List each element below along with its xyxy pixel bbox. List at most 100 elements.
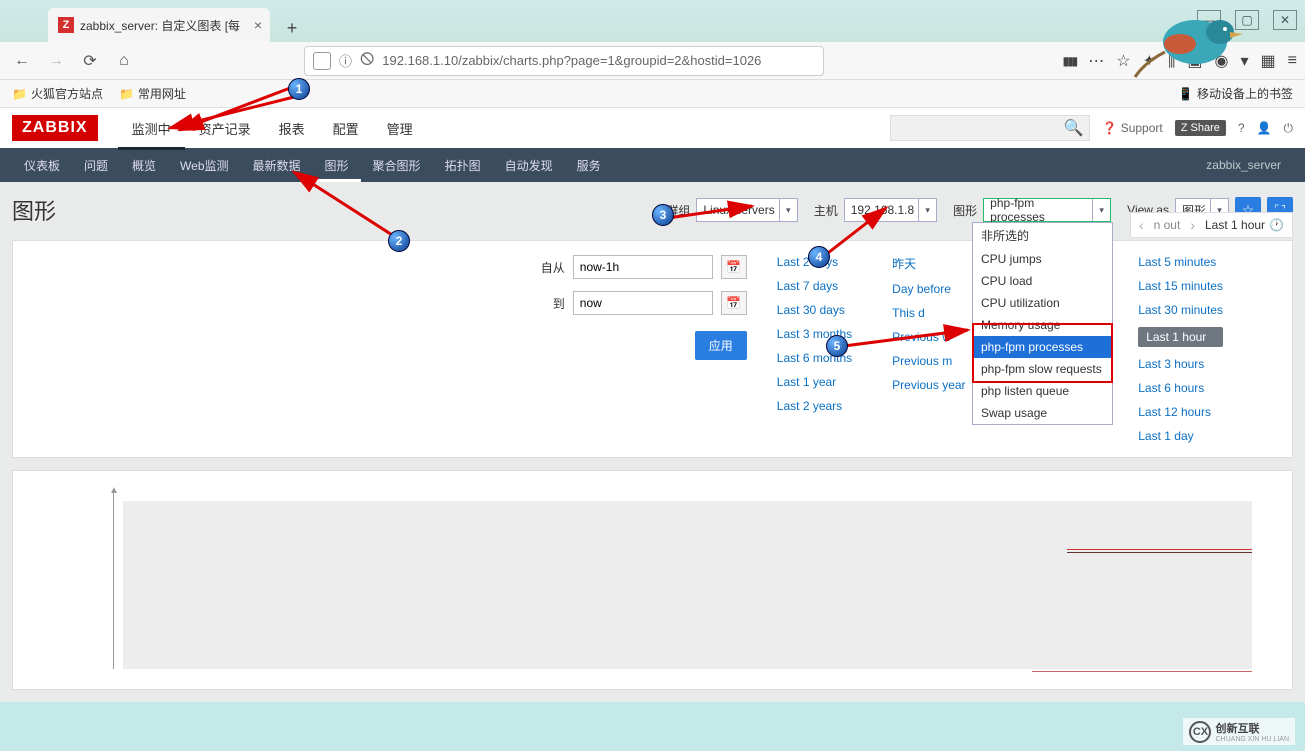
dropdown-option[interactable]: php listen queue [973, 380, 1112, 402]
dropdown-option[interactable]: CPU jumps [973, 248, 1112, 270]
dropdown-option[interactable]: 非所选的 [973, 223, 1112, 248]
preset-link[interactable]: 昨天 [892, 255, 965, 272]
calendar-icon[interactable]: 📅 [721, 291, 747, 315]
subnav-discovery[interactable]: 自动发现 [493, 149, 565, 182]
preset-link[interactable]: Last 30 minutes [1138, 303, 1223, 317]
preset-link[interactable]: Previous m [892, 354, 965, 368]
dropdown-option-selected[interactable]: php-fpm processes [973, 336, 1112, 358]
menu-admin[interactable]: 管理 [373, 109, 427, 148]
subnav-latest[interactable]: 最新数据 [241, 149, 313, 182]
library-icon[interactable]: ⫼ [1168, 51, 1175, 71]
dropdown-option[interactable]: Memory usage [973, 314, 1112, 336]
series-line [1067, 549, 1252, 550]
tab-title: zabbix_server: 自定义图表 [每 [80, 17, 240, 34]
menu-dots-icon[interactable]: ⋯ [1088, 51, 1104, 71]
preset-link[interactable]: Previous w [892, 330, 965, 344]
maximize-icon[interactable]: ▢ [1235, 10, 1259, 30]
graph-dropdown-open[interactable]: 非所选的 CPU jumps CPU load CPU utilization … [972, 222, 1113, 425]
chart-area: ▲ [12, 470, 1293, 690]
bookmark-star-icon[interactable]: ☆ [1116, 51, 1130, 71]
minimize-icon[interactable]: — [1197, 10, 1221, 30]
url-bar[interactable]: ⓘ 🛇 192.168.1.10/zabbix/charts.php?page=… [304, 46, 824, 76]
menu-monitoring[interactable]: 监测中 [118, 109, 185, 148]
hamburger-icon[interactable]: ≡ [1288, 52, 1297, 70]
dropdown-option[interactable]: Swap usage [973, 402, 1112, 424]
subnav-screens[interactable]: 聚合图形 [361, 149, 433, 182]
preset-link[interactable]: This d [892, 306, 965, 320]
from-input[interactable] [573, 255, 713, 279]
graph-label: 图形 [953, 202, 977, 219]
subnav-problems[interactable]: 问题 [72, 149, 120, 182]
preset-link[interactable]: Last 2 years [777, 399, 852, 413]
preset-link[interactable]: Day before [892, 282, 965, 296]
subnav-web[interactable]: Web监测 [168, 149, 240, 182]
chevron-down-icon: ▾ [779, 199, 797, 221]
reader-icon[interactable]: ▮▮▮ [1062, 54, 1076, 68]
help-icon[interactable]: ? [1238, 121, 1245, 135]
zoom-prev-icon[interactable]: ‹ [1139, 217, 1144, 233]
subnav-dashboard[interactable]: 仪表板 [12, 149, 72, 182]
calendar-icon[interactable]: 📅 [721, 255, 747, 279]
menu-config[interactable]: 配置 [319, 109, 373, 148]
current-range[interactable]: Last 1 hour 🕐 [1205, 218, 1284, 232]
account-icon[interactable]: ◉ [1215, 51, 1229, 71]
dropdown-option[interactable]: CPU utilization [973, 292, 1112, 314]
host-select[interactable]: 192.168.1.8▾ [844, 198, 937, 222]
bookmark-item[interactable]: 📁 常用网址 [119, 85, 186, 102]
zabbix-header: ZABBIX 监测中 资产记录 报表 配置 管理 🔍 ❓ Support Z S… [0, 108, 1305, 148]
forward-button[interactable]: → [42, 47, 70, 75]
preset-link[interactable]: Last 30 days [777, 303, 852, 317]
support-link[interactable]: ❓ Support [1102, 121, 1162, 135]
preset-col-4: Last 5 minutes Last 15 minutes Last 30 m… [1138, 255, 1223, 443]
subnav-services[interactable]: 服务 [565, 149, 613, 182]
zabbix-logo[interactable]: ZABBIX [12, 115, 98, 141]
dropdown-option[interactable]: php-fpm slow requests [973, 358, 1112, 380]
connection-icon[interactable]: ⓘ [339, 51, 352, 70]
bookmark-item[interactable]: 📁 火狐官方站点 [12, 85, 103, 102]
extension-icon[interactable]: ✦ [1143, 51, 1156, 71]
new-tab-button[interactable]: + [278, 14, 306, 42]
subnav-graphs[interactable]: 图形 [313, 149, 361, 182]
preset-link[interactable]: Last 1 day [1138, 429, 1223, 443]
close-window-icon[interactable]: ✕ [1273, 10, 1297, 30]
back-button[interactable]: ← [8, 47, 36, 75]
zoom-out-label[interactable]: n out [1154, 218, 1181, 232]
overflow-icon[interactable]: ▦ [1261, 51, 1276, 71]
tab-close-icon[interactable]: × [254, 17, 262, 33]
annotation-marker-2: 2 [388, 230, 410, 252]
power-icon[interactable]: ⏻ [1284, 121, 1294, 136]
annotation-marker-4: 4 [808, 246, 830, 268]
preset-link[interactable]: Last 5 minutes [1138, 255, 1223, 269]
tab-favicon: Z [58, 17, 74, 33]
reload-button[interactable]: ⟳ [76, 47, 104, 75]
preset-link[interactable]: Last 15 minutes [1138, 279, 1223, 293]
preset-link[interactable]: Last 3 hours [1138, 357, 1223, 371]
host-label: 主机 [814, 202, 838, 219]
menu-inventory[interactable]: 资产记录 [185, 109, 265, 148]
zoom-next-icon[interactable]: › [1190, 217, 1195, 233]
mobile-bookmarks[interactable]: 📱 移动设备上的书签 [1178, 85, 1293, 102]
sidebar-icon[interactable]: ▣ [1187, 51, 1202, 71]
subnav-maps[interactable]: 拓扑图 [433, 149, 493, 182]
shield-icon[interactable] [313, 52, 331, 70]
preset-link[interactable]: Last 7 days [777, 279, 852, 293]
menu-reports[interactable]: 报表 [265, 109, 319, 148]
graph-select[interactable]: php-fpm processes▾ [983, 198, 1111, 222]
home-button[interactable]: ⌂ [110, 47, 138, 75]
group-select[interactable]: Linux servers▾ [696, 198, 797, 222]
subnav-overview[interactable]: 概览 [120, 149, 168, 182]
preset-link[interactable]: Last 6 hours [1138, 381, 1223, 395]
pocket-icon[interactable]: ▾ [1241, 51, 1249, 71]
preset-link-active[interactable]: Last 1 hour [1138, 327, 1223, 347]
browser-tab[interactable]: Z zabbix_server: 自定义图表 [每 × [48, 8, 270, 42]
search-box[interactable]: 🔍 [890, 115, 1090, 141]
preset-link[interactable]: Last 1 year [777, 375, 852, 389]
preset-link[interactable]: Previous year [892, 378, 965, 392]
chevron-down-icon: ▾ [1092, 199, 1110, 221]
preset-link[interactable]: Last 12 hours [1138, 405, 1223, 419]
dropdown-option[interactable]: CPU load [973, 270, 1112, 292]
apply-button[interactable]: 应用 [695, 331, 747, 360]
user-icon[interactable]: 👤 [1257, 121, 1272, 135]
share-link[interactable]: Z Share [1175, 120, 1226, 136]
to-input[interactable] [573, 291, 713, 315]
